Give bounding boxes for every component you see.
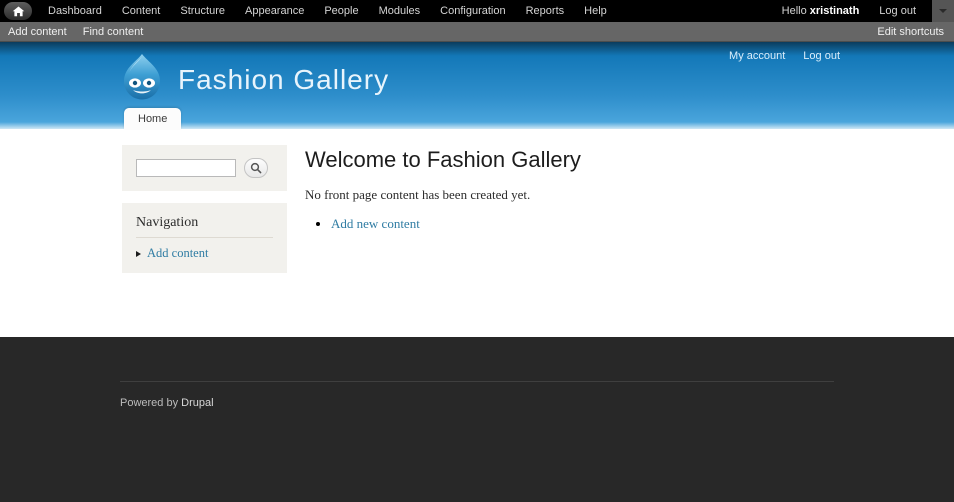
site-branding[interactable]: Fashion Gallery xyxy=(120,52,389,107)
page-title: Welcome to Fashion Gallery xyxy=(305,147,581,172)
toolbar-item-modules[interactable]: Modules xyxy=(369,0,431,22)
username: xristinath xyxy=(809,5,860,17)
toolbar-greeting: Hello xristinath xyxy=(772,0,870,22)
main-content: Welcome to Fashion Gallery No front page… xyxy=(305,145,954,337)
search-icon[interactable] xyxy=(244,158,268,178)
toolbar-item-content[interactable]: Content xyxy=(112,0,171,22)
toolbar-item-help[interactable]: Help xyxy=(574,0,617,22)
footer-credit-prefix: Powered by xyxy=(120,397,182,409)
list-item[interactable]: Add new content xyxy=(331,215,954,233)
toolbar-item-configuration[interactable]: Configuration xyxy=(430,0,515,22)
toolbar-item-reports[interactable]: Reports xyxy=(516,0,575,22)
tab-home[interactable]: Home xyxy=(124,108,182,129)
shortcut-find-content[interactable]: Find content xyxy=(75,22,152,42)
chevron-down-icon[interactable] xyxy=(932,0,954,22)
footer-credit: Powered by Drupal xyxy=(120,397,214,409)
shortcut-bar: Add content Find content Edit shortcuts xyxy=(0,22,954,42)
search-input[interactable] xyxy=(136,159,236,177)
list-item[interactable]: Add content xyxy=(136,246,273,261)
drupal-droplet-icon xyxy=(120,52,164,107)
toolbar-item-appearance[interactable]: Appearance xyxy=(235,0,314,22)
home-icon[interactable] xyxy=(4,2,32,20)
navigation-block-title: Navigation xyxy=(136,215,273,238)
footer-divider xyxy=(120,381,834,382)
add-new-content-link[interactable]: Add new content xyxy=(331,216,420,231)
greeting-prefix: Hello xyxy=(781,5,810,17)
my-account-link[interactable]: My account xyxy=(729,50,785,62)
page-body: Navigation Add content Welcome to Fashio… xyxy=(0,129,954,337)
toolbar-item-people[interactable]: People xyxy=(314,0,368,22)
site-header: My account Log out Fashion Gallery Home xyxy=(0,42,954,129)
shortcut-add-content[interactable]: Add content xyxy=(0,22,75,42)
edit-shortcuts-link[interactable]: Edit shortcuts xyxy=(869,22,954,42)
sidebar: Navigation Add content xyxy=(122,145,287,337)
site-name: Fashion Gallery xyxy=(178,63,390,95)
header-user-links: My account Log out xyxy=(729,50,840,62)
admin-toolbar: Dashboard Content Structure Appearance P… xyxy=(0,0,954,22)
toolbar-user-area: Hello xristinath Log out xyxy=(772,0,954,22)
nav-link-add-content[interactable]: Add content xyxy=(147,246,208,261)
header-logout-link[interactable]: Log out xyxy=(803,50,840,62)
site-footer: Powered by Drupal xyxy=(0,337,954,502)
toolbar-logout-link[interactable]: Log out xyxy=(869,0,926,22)
drupal-link[interactable]: Drupal xyxy=(181,397,213,409)
navigation-list: Add content xyxy=(136,246,273,261)
primary-tabs: Home xyxy=(124,108,182,129)
toolbar-item-dashboard[interactable]: Dashboard xyxy=(38,0,112,22)
content-actions-list: Add new content xyxy=(331,215,954,233)
caret-down-shape xyxy=(939,9,947,13)
empty-content-message: No front page content has been created y… xyxy=(305,187,531,202)
search-block xyxy=(122,145,287,191)
triangle-bullet-icon xyxy=(136,250,141,257)
toolbar-item-structure[interactable]: Structure xyxy=(170,0,235,22)
navigation-block: Navigation Add content xyxy=(122,203,287,273)
